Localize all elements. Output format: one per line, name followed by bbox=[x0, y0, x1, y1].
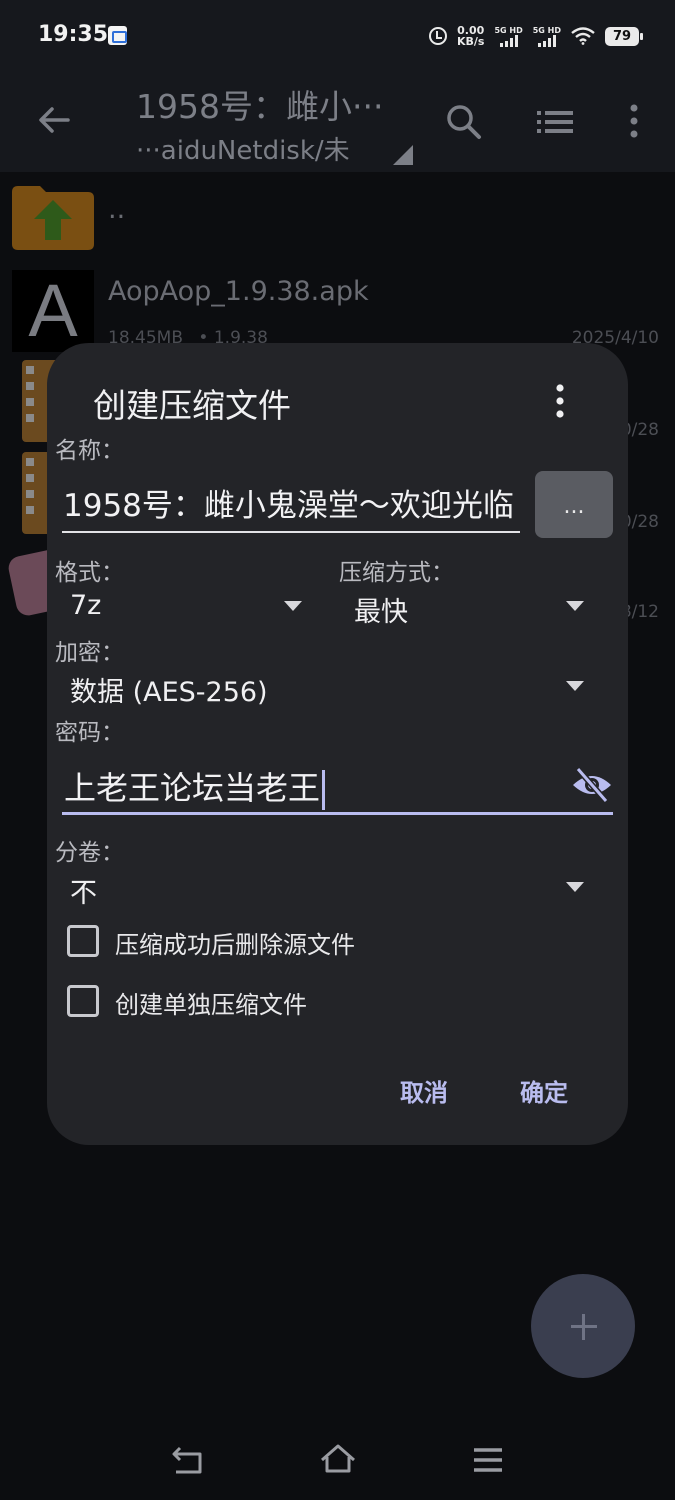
method-select[interactable]: 最快 bbox=[354, 590, 408, 629]
name-label: 名称： bbox=[55, 438, 124, 464]
split-dropdown-icon[interactable] bbox=[566, 882, 584, 892]
visibility-off-icon[interactable] bbox=[570, 763, 614, 807]
network-speed: 0.00 KB/s bbox=[457, 25, 484, 47]
list-item-parent[interactable]: .. bbox=[0, 172, 675, 264]
file-name: AopAop_1.9.38.apk bbox=[108, 276, 369, 307]
status-icons: 0.00 KB/s 5G HD 5G HD 79 bbox=[428, 22, 643, 50]
split-select[interactable]: 不 bbox=[70, 871, 97, 910]
path-dropdown-icon[interactable] bbox=[393, 145, 413, 165]
wifi-icon bbox=[571, 27, 595, 45]
method-label: 压缩方式： bbox=[339, 560, 454, 586]
archive-name-input[interactable]: 1958号：雌小鬼澡堂～欢迎光临 bbox=[62, 481, 520, 533]
folder-title: 1958号：雌小··· bbox=[136, 87, 384, 126]
alarm-icon bbox=[428, 27, 447, 45]
add-fab-button[interactable] bbox=[531, 1274, 635, 1378]
nav-home-icon[interactable] bbox=[318, 1442, 358, 1474]
battery-icon: 79 bbox=[605, 26, 643, 46]
ok-button[interactable]: 确定 bbox=[520, 1073, 568, 1108]
password-value: 上老王论坛当老王 bbox=[64, 769, 321, 807]
browse-button[interactable]: ... bbox=[535, 471, 613, 538]
delete-source-checkbox[interactable] bbox=[67, 925, 99, 957]
screen: 19:35 0.00 KB/s 5G HD 5G HD 79 1958号：雌小·… bbox=[0, 0, 675, 1500]
password-input[interactable]: 上老王论坛当老王 bbox=[62, 761, 613, 815]
notification-app-icon bbox=[108, 26, 127, 45]
system-nav-bar bbox=[0, 1420, 675, 1500]
dialog-title: 创建压缩文件 bbox=[93, 386, 291, 425]
folder-up-icon bbox=[12, 186, 94, 250]
separate-archive-checkbox-row[interactable]: 创建单独压缩文件 bbox=[67, 981, 487, 1021]
format-label: 格式： bbox=[55, 560, 124, 586]
format-select[interactable]: 7z bbox=[70, 590, 101, 621]
method-dropdown-icon[interactable] bbox=[566, 601, 584, 611]
more-vert-icon[interactable] bbox=[616, 102, 652, 142]
encrypt-label: 加密： bbox=[55, 640, 124, 666]
password-label: 密码： bbox=[55, 720, 124, 746]
list-view-icon[interactable] bbox=[535, 102, 575, 142]
separate-archive-checkbox[interactable] bbox=[67, 985, 99, 1017]
encrypt-select[interactable]: 数据 (AES-256) bbox=[70, 670, 268, 709]
format-dropdown-icon[interactable] bbox=[284, 601, 302, 611]
nav-menu-icon[interactable] bbox=[472, 1446, 504, 1474]
create-archive-dialog: 创建压缩文件 名称： 1958号：雌小鬼澡堂～欢迎光临 ... 格式： 7z 压… bbox=[47, 343, 628, 1145]
split-label: 分卷： bbox=[55, 840, 124, 866]
search-icon[interactable] bbox=[444, 102, 484, 142]
status-time: 19:35 bbox=[38, 22, 109, 47]
delete-source-label: 压缩成功后删除源文件 bbox=[115, 931, 355, 959]
text-caret bbox=[322, 770, 326, 810]
delete-source-checkbox-row[interactable]: 压缩成功后删除源文件 bbox=[67, 921, 487, 961]
dialog-more-vert-icon[interactable] bbox=[545, 383, 575, 419]
cancel-button[interactable]: 取消 bbox=[400, 1073, 448, 1108]
apk-file-icon: A bbox=[12, 270, 94, 352]
list-item[interactable]: A AopAop_1.9.38.apk 18.45MB • 1.9.38 202… bbox=[0, 264, 675, 354]
signal-icon-sim2: 5G HD bbox=[533, 26, 561, 47]
separate-archive-label: 创建单独压缩文件 bbox=[115, 991, 307, 1019]
nav-back-icon[interactable] bbox=[170, 1444, 206, 1476]
app-bar: 1958号：雌小··· ···aiduNetdisk/未 bbox=[0, 72, 675, 172]
folder-path[interactable]: ···aiduNetdisk/未 bbox=[136, 130, 396, 167]
network-speed-unit: KB/s bbox=[456, 35, 485, 48]
encrypt-dropdown-icon[interactable] bbox=[566, 681, 584, 691]
sim1-label: 5G HD bbox=[494, 25, 523, 35]
signal-icon-sim1: 5G HD bbox=[494, 25, 523, 47]
back-arrow-icon[interactable] bbox=[34, 100, 74, 140]
status-bar: 19:35 0.00 KB/s 5G HD 5G HD 79 bbox=[0, 0, 675, 72]
parent-dir-label: .. bbox=[108, 194, 126, 225]
sim2-label: 5G HD bbox=[532, 25, 561, 35]
